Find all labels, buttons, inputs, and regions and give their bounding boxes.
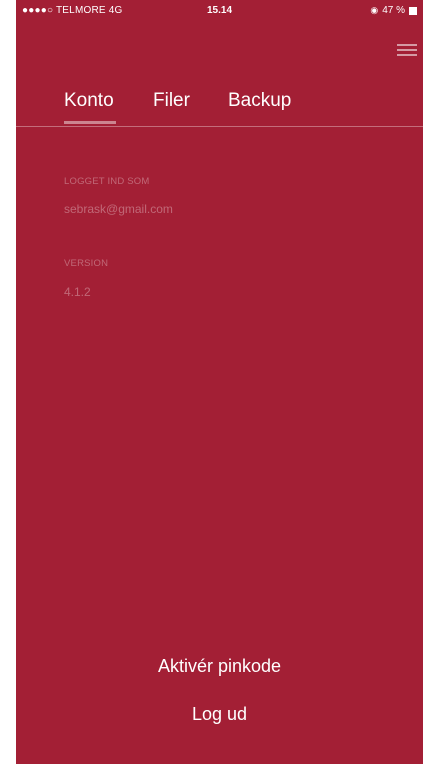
- activate-pin-button[interactable]: Aktivér pinkode: [16, 656, 423, 677]
- hamburger-line: [397, 44, 417, 46]
- tab-filer[interactable]: Filer: [153, 90, 190, 112]
- battery-icon: [409, 6, 417, 15]
- orientation-lock-icon: ◉: [370, 5, 379, 15]
- status-time: 15.14: [206, 5, 233, 16]
- account-email: sebrask@gmail.com: [64, 202, 173, 216]
- version-label: VERSION: [64, 258, 109, 269]
- status-right: ◉ 47 %: [370, 5, 417, 16]
- active-tab-indicator: [64, 121, 116, 124]
- tab-bar: Konto Filer Backup: [16, 86, 423, 127]
- hamburger-line: [397, 49, 417, 51]
- app-screen: ●●●●○ TELMORE 4G 15.14 ◉ 47 % Konto File…: [16, 0, 423, 764]
- hamburger-line: [397, 54, 417, 56]
- hamburger-icon[interactable]: [397, 42, 417, 58]
- status-bar: ●●●●○ TELMORE 4G 15.14 ◉ 47 %: [16, 0, 423, 22]
- logout-button[interactable]: Log ud: [16, 704, 423, 725]
- tab-konto[interactable]: Konto: [64, 90, 114, 112]
- version-value: 4.1.2: [64, 285, 91, 299]
- battery-percent: 47 %: [382, 5, 405, 16]
- logged-in-label: LOGGET IND SOM: [64, 176, 150, 187]
- tab-backup[interactable]: Backup: [228, 90, 291, 112]
